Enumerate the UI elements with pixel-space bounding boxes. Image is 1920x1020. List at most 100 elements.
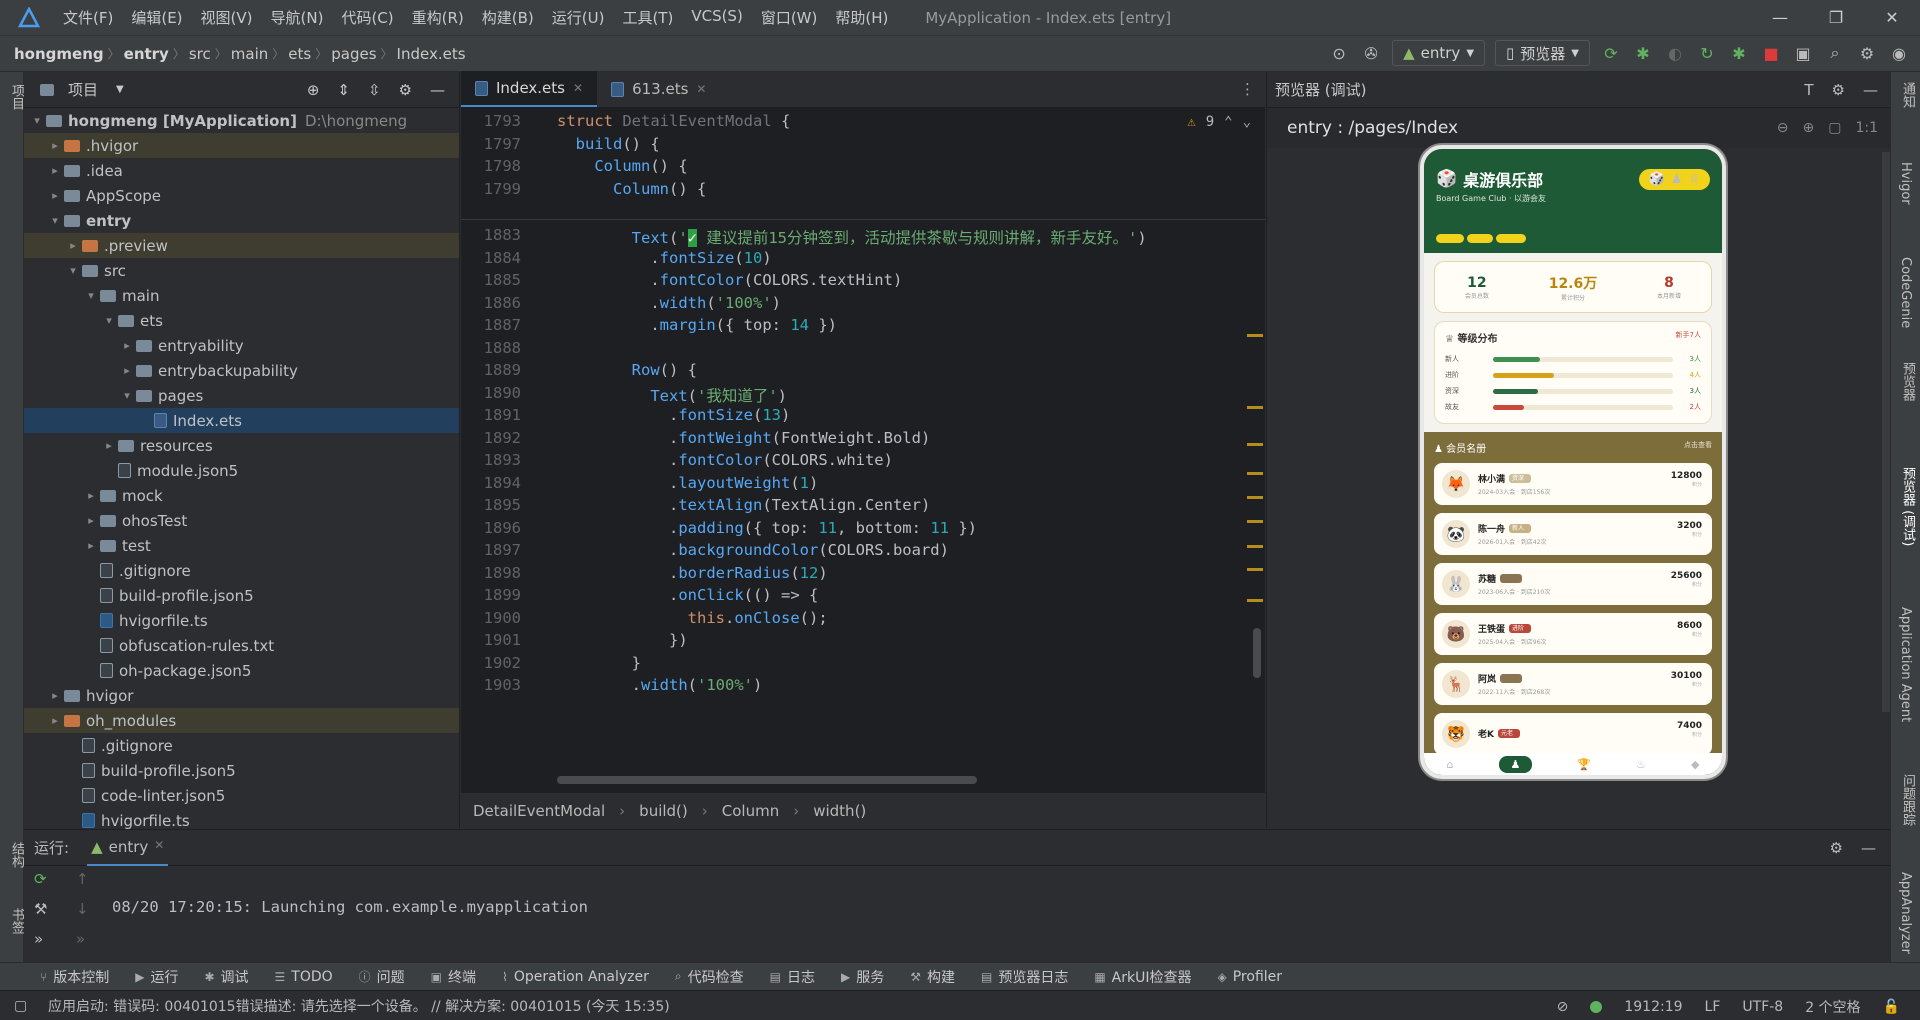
previewer-debug-tool-button[interactable]: 预览器 (调试) (1898, 467, 1917, 546)
menu-item[interactable]: 导航(N) (262, 7, 333, 28)
account-icon[interactable]: ◉ (1888, 42, 1910, 64)
tree-item[interactable]: build-profile.json5 (24, 583, 459, 608)
tab-home-icon[interactable]: ⌂ (1447, 758, 1454, 771)
notifications-tool-button[interactable]: 通知 (1898, 82, 1917, 108)
bottom-tool-button[interactable]: ⓘ 问题 (359, 967, 405, 987)
appanalyzer-tool-button[interactable]: AppAnalyzer (1898, 872, 1913, 954)
settings-icon[interactable]: ⚙ (1830, 839, 1843, 857)
more-icon[interactable]: » (76, 930, 89, 948)
close-icon[interactable]: ✕ (154, 838, 164, 856)
bottom-tool-button[interactable]: ⚒ 构建 (910, 967, 955, 987)
menu-item[interactable]: 帮助(H) (826, 7, 897, 28)
chevron-down-icon[interactable]: ▾ (118, 389, 136, 402)
member-card[interactable]: 🐼 陈一舟 新人 2026-01入会 · 到店42次 3200 积分 (1434, 513, 1712, 555)
tree-item[interactable]: ▸ hvigor (24, 683, 459, 708)
minimize-icon[interactable]: — (1752, 0, 1808, 36)
editor-breadcrumb-item[interactable]: Column (722, 802, 779, 820)
breadcrumb-item[interactable]: src (189, 45, 211, 63)
zoom-out-icon[interactable]: ⊖ (1777, 120, 1789, 136)
tree-item[interactable]: obfuscation-rules.txt (24, 633, 459, 658)
tab-rank-icon[interactable]: 🏆 (1577, 758, 1591, 771)
close-icon[interactable]: ✕ (696, 82, 706, 96)
menu-item[interactable]: 运行(U) (543, 7, 614, 28)
file-encoding[interactable]: UTF-8 (1742, 999, 1783, 1015)
tree-item[interactable]: ▸ .hvigor (24, 133, 459, 158)
tree-item[interactable]: ▾ ets (24, 308, 459, 333)
hide-icon[interactable]: — (1863, 81, 1878, 99)
header-badges[interactable]: 🎲 ♟ ♕ (1638, 169, 1710, 190)
restore-icon[interactable]: ❐ (1808, 0, 1864, 36)
chevron-right-icon[interactable]: ▸ (46, 139, 64, 152)
vertical-scrollbar[interactable] (1253, 628, 1261, 678)
chevron-down-icon[interactable]: ▾ (100, 314, 118, 327)
bottom-tool-button[interactable]: ✱ 调试 (204, 967, 248, 987)
tree-item[interactable]: ▸ .preview (24, 233, 459, 258)
tree-item[interactable]: ▸ resources (24, 433, 459, 458)
device-manager-icon[interactable]: ▣ (1792, 42, 1814, 64)
warning-marker[interactable] (1247, 496, 1263, 499)
editor-breadcrumb-item[interactable]: DetailEventModal (473, 802, 605, 820)
tree-item[interactable]: .gitignore (24, 733, 459, 758)
chevron-down-icon[interactable]: ▾ (64, 264, 82, 277)
bottom-tool-button[interactable]: ▶ 运行 (135, 967, 178, 987)
menu-item[interactable]: 窗口(W) (752, 7, 827, 28)
settings-icon[interactable]: ⚙ (1856, 42, 1878, 64)
menu-item[interactable]: 文件(F) (54, 7, 122, 28)
editor-tab[interactable]: 613.ets ✕ (597, 71, 720, 107)
editor-breadcrumb-item[interactable]: width() (813, 802, 866, 820)
hide-icon[interactable]: — (430, 81, 445, 99)
arrow-down-icon[interactable]: ↓ (76, 900, 89, 918)
device-select[interactable]: ▯ 预览器 ▼ (1495, 40, 1590, 66)
bottom-tool-button[interactable]: ▤ 日志 (770, 967, 815, 987)
tree-item[interactable]: ▾ pages (24, 383, 459, 408)
tree-item[interactable]: ▾ src (24, 258, 459, 283)
breadcrumb-item[interactable]: hongmeng (14, 45, 104, 63)
bottom-tool-button[interactable]: ⌕ 代码检查 (675, 967, 744, 987)
breadcrumb-item[interactable]: entry (124, 45, 169, 63)
tree-item[interactable]: module.json5 (24, 458, 459, 483)
chevron-down-icon[interactable]: ▾ (82, 289, 100, 302)
tree-item[interactable]: code-linter.json5 (24, 783, 459, 808)
chevron-right-icon[interactable]: ▸ (82, 489, 100, 502)
chevron-right-icon[interactable]: ▸ (46, 714, 64, 727)
breadcrumb-item[interactable]: Index.ets (397, 45, 466, 63)
member-card[interactable]: 🦌 阿岚 2022-11入会 · 到店268次 30100 积分 (1434, 663, 1712, 705)
chevron-down-icon[interactable]: ▾ (28, 114, 46, 127)
tree-item[interactable]: ▸ entrybackupability (24, 358, 459, 383)
tree-item[interactable]: ▸ entryability (24, 333, 459, 358)
horizontal-scrollbar[interactable] (557, 776, 977, 784)
status-message[interactable]: 应用启动: 错误码: 00401015错误描述: 请先选择一个设备。 // 解决… (48, 996, 670, 1016)
warning-marker[interactable] (1247, 334, 1263, 337)
tree-item[interactable]: ▾ hongmeng [MyApplication] D:\hongmeng (24, 108, 459, 133)
font-size-icon[interactable]: T (1804, 81, 1813, 99)
run-config-select[interactable]: ▲ entry ▼ (1392, 40, 1486, 66)
bottom-tool-button[interactable]: ▶ 服务 (841, 967, 884, 987)
line-ending[interactable]: LF (1705, 999, 1721, 1015)
bottom-tool-button[interactable]: ☰ TODO (275, 969, 333, 985)
tree-item[interactable]: ▾ main (24, 283, 459, 308)
member-card[interactable]: 🦊 林小满 资深 2024-03入会 · 到店156次 12800 积分 (1434, 463, 1712, 505)
caret-position[interactable]: 1912:19 (1624, 999, 1682, 1015)
bottom-tool-button[interactable]: ▤ 预览器日志 (981, 967, 1068, 987)
more-icon[interactable]: ⋮ (1240, 80, 1255, 98)
hot-reload-icon[interactable]: ↻ (1696, 42, 1718, 64)
member-card[interactable]: 🐻 王铁蛋 进阶 2025-04入会 · 到店96次 8600 积分 (1434, 613, 1712, 655)
tab-events-icon[interactable]: ♨ (1636, 758, 1646, 771)
breadcrumb-item[interactable]: main (231, 45, 268, 63)
warning-marker[interactable] (1247, 472, 1263, 475)
tree-item[interactable]: Index.ets (24, 408, 459, 433)
chevron-right-icon[interactable]: ▸ (46, 189, 64, 202)
previewer-tool-button[interactable]: 预览器 (1898, 362, 1917, 401)
tree-item[interactable]: ▸ .idea (24, 158, 459, 183)
settings-icon[interactable]: ⚙ (1832, 81, 1845, 99)
tree-item[interactable]: ▸ mock (24, 483, 459, 508)
chevron-up-icon[interactable]: ⌃ (1224, 114, 1232, 130)
warning-marker[interactable] (1247, 545, 1263, 548)
hide-icon[interactable]: — (1861, 839, 1876, 857)
bottom-tool-button[interactable]: ▣ 终端 (431, 967, 476, 987)
chevron-right-icon[interactable]: ▸ (64, 239, 82, 252)
close-icon[interactable]: ✕ (573, 81, 583, 95)
wrench-icon[interactable]: ⚒ (34, 900, 47, 918)
menu-item[interactable]: 构建(B) (473, 7, 543, 28)
rerun-icon[interactable]: ⟳ (1600, 42, 1622, 64)
